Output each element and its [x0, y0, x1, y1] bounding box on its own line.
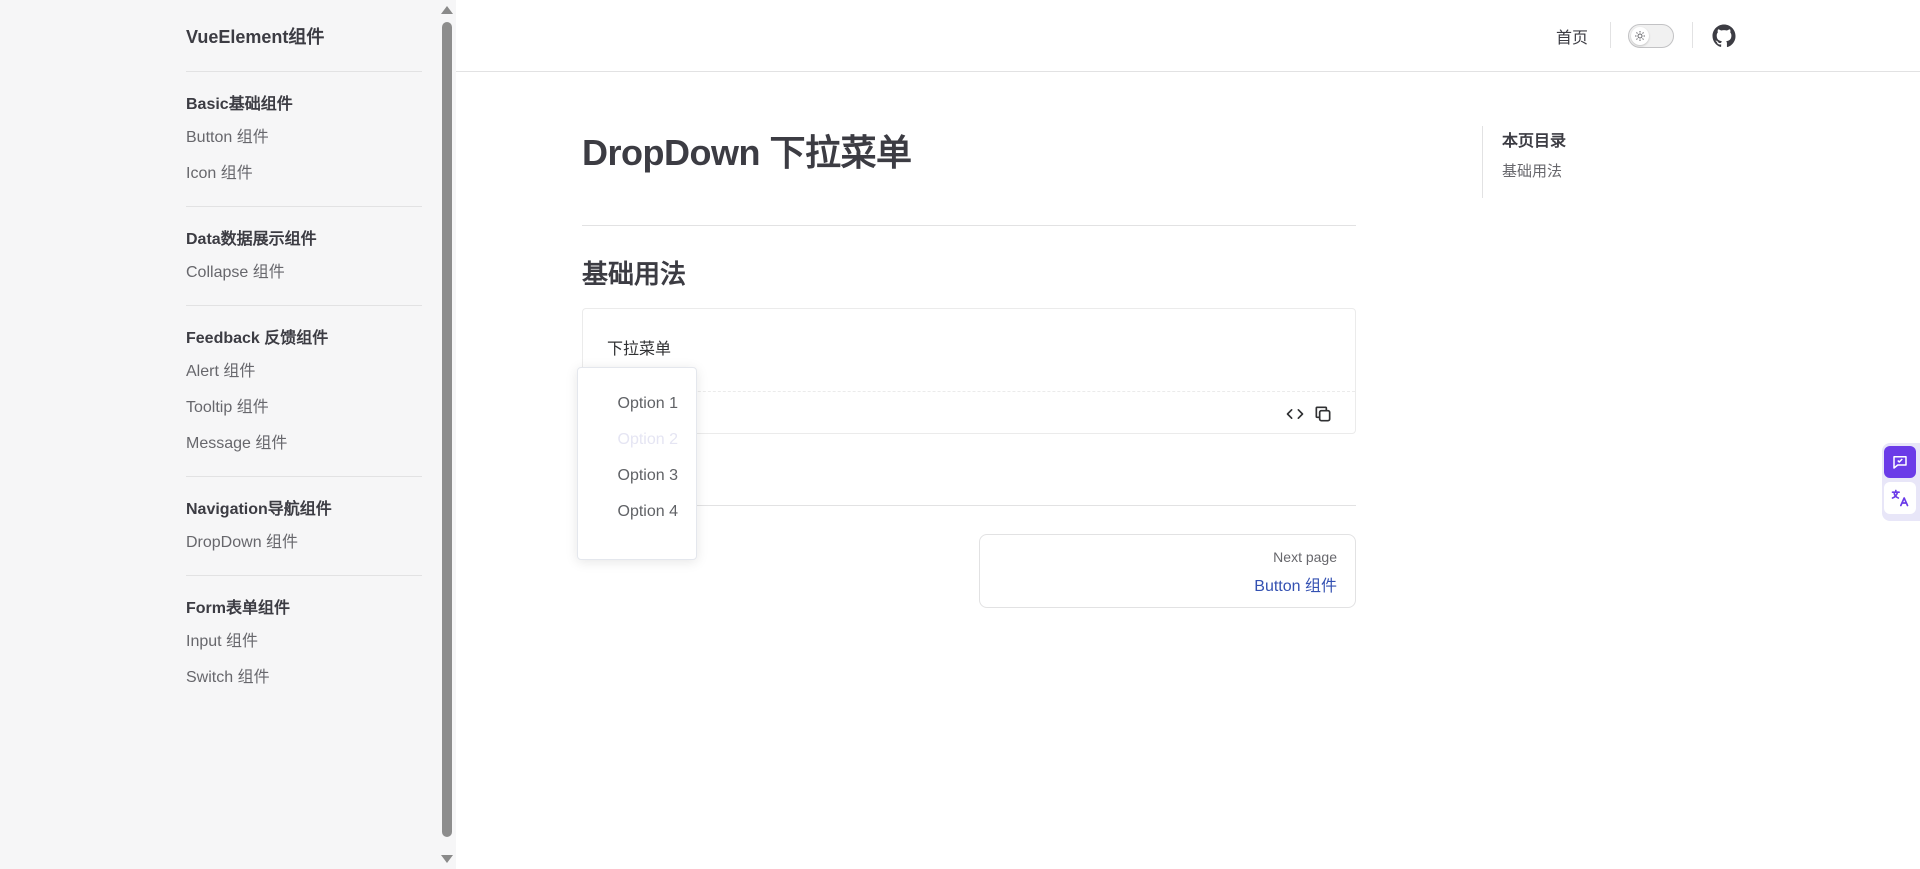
sidebar-scrollbar[interactable]: [438, 0, 456, 869]
sidebar-item-icon[interactable]: Icon 组件: [186, 156, 422, 192]
sidebar-group-form: Form表单组件 Input 组件 Switch 组件: [186, 576, 422, 710]
sidebar-group-navigation: Navigation导航组件 DropDown 组件: [186, 477, 422, 576]
outline-title: 本页目录: [1502, 133, 1567, 150]
sidebar-item-alert[interactable]: Alert 组件: [186, 354, 422, 390]
next-page-label: Next page: [1273, 549, 1337, 565]
sidebar-nav: VueElement组件 Basic基础组件 Button 组件 Icon 组件…: [186, 0, 422, 710]
sidebar-item-collapse[interactable]: Collapse 组件: [186, 255, 422, 291]
theme-toggle[interactable]: [1628, 24, 1674, 48]
sidebar-group-basic: Basic基础组件 Button 组件 Icon 组件: [186, 72, 422, 207]
copy-icon[interactable]: [1313, 404, 1333, 424]
dropdown-trigger[interactable]: 下拉菜单: [607, 335, 671, 359]
sidebar-group-data: Data数据展示组件 Collapse 组件: [186, 207, 422, 306]
github-icon[interactable]: [1712, 24, 1736, 48]
assistant-icon[interactable]: [1884, 446, 1916, 478]
page-outline: 本页目录 基础用法: [1482, 126, 1682, 198]
scroll-down-arrow-icon[interactable]: [441, 855, 453, 863]
top-nav: 首页: [456, 0, 1920, 72]
scrollbar-thumb[interactable]: [442, 22, 452, 837]
code-icon[interactable]: [1285, 404, 1305, 424]
nav-home-link[interactable]: 首页: [1556, 24, 1588, 48]
sidebar-item-message[interactable]: Message 组件: [186, 426, 422, 462]
nav-divider: [1610, 22, 1611, 48]
next-page-title: Button 组件: [1254, 578, 1337, 595]
sidebar-group-title: Navigation导航组件: [186, 501, 332, 518]
dropdown-menu: Option 1 Option 2 Option 3 Option 4: [577, 367, 697, 560]
sidebar-item-tooltip[interactable]: Tooltip 组件: [186, 390, 422, 426]
next-page-link[interactable]: Next page Button 组件: [979, 534, 1356, 608]
sidebar-group-feedback: Feedback 反馈组件 Alert 组件 Tooltip 组件 Messag…: [186, 306, 422, 477]
page-title: DropDown 下拉菜单: [582, 132, 912, 173]
section-title: 基础用法: [582, 259, 687, 289]
sidebar-group-title: Feedback 反馈组件: [186, 330, 329, 347]
sidebar-group-title: Basic基础组件: [186, 96, 293, 113]
sidebar-brand[interactable]: VueElement组件: [186, 0, 422, 72]
dropdown-item-option-3[interactable]: Option 3: [578, 458, 696, 494]
sidebar-item-input[interactable]: Input 组件: [186, 624, 422, 660]
translate-icon[interactable]: [1884, 482, 1916, 514]
nav-divider: [1692, 22, 1693, 48]
divider: [582, 225, 1356, 226]
demo-card: 下拉菜单: [582, 308, 1356, 434]
sidebar-group-title: Data数据展示组件: [186, 231, 317, 248]
sidebar-item-switch[interactable]: Switch 组件: [186, 660, 422, 696]
dropdown-item-option-4[interactable]: Option 4: [578, 494, 696, 530]
dropdown-item-option-1[interactable]: Option 1: [578, 386, 696, 422]
sidebar: VueElement组件 Basic基础组件 Button 组件 Icon 组件…: [0, 0, 442, 869]
outline-link-basic-usage[interactable]: 基础用法: [1502, 156, 1682, 188]
sidebar-group-title: Form表单组件: [186, 600, 291, 617]
dropdown-item-option-2: Option 2: [617, 431, 678, 448]
demo-toolbar: [583, 391, 1355, 435]
sidebar-item-button[interactable]: Button 组件: [186, 120, 422, 156]
divider: [582, 505, 1356, 506]
sun-icon: [1631, 27, 1649, 45]
floating-toolbar: [1882, 443, 1920, 521]
sidebar-item-dropdown[interactable]: DropDown 组件: [186, 525, 422, 561]
scroll-up-arrow-icon[interactable]: [441, 6, 453, 14]
